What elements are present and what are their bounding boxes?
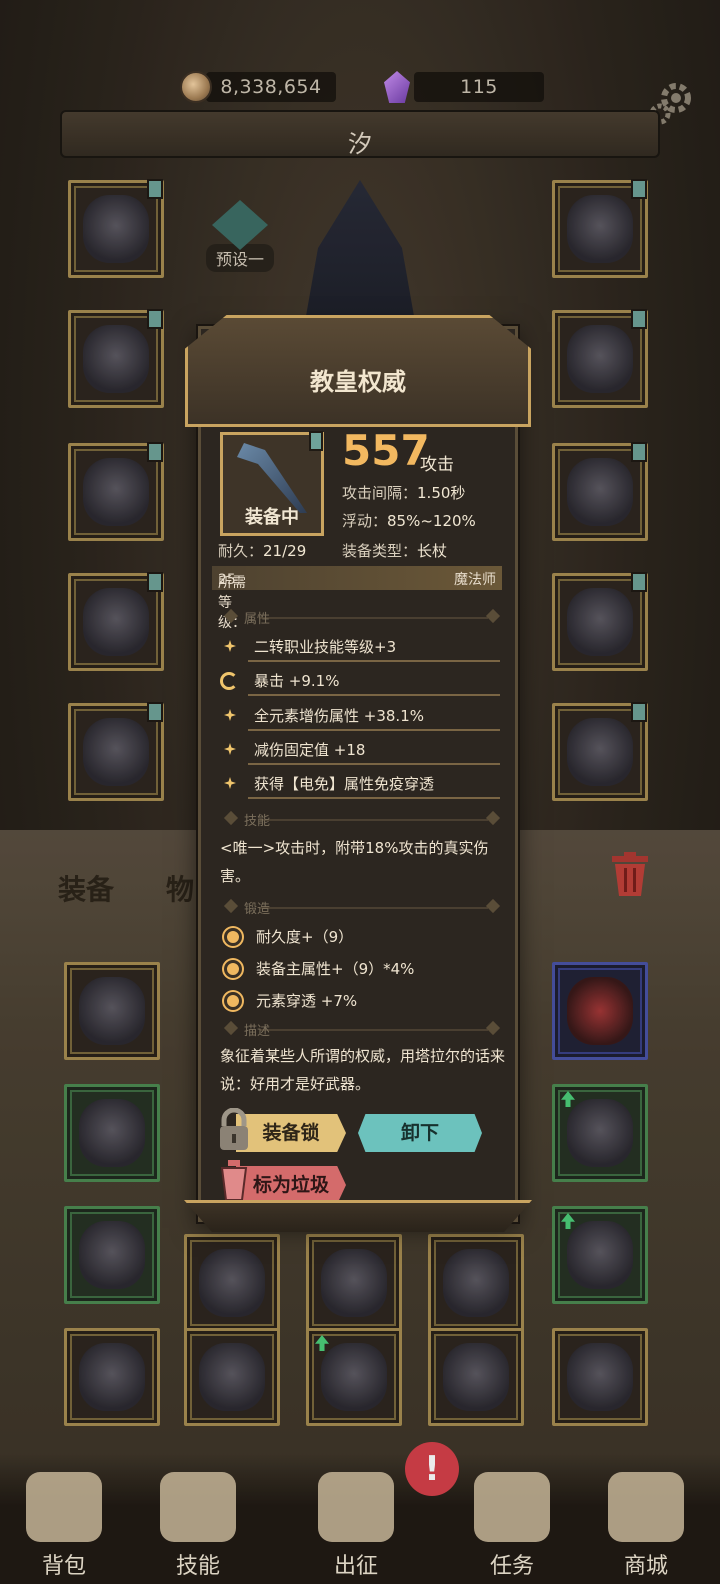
attribute-line: 全元素增伤属性 +38.1% <box>220 705 500 735</box>
star-icon <box>224 709 236 721</box>
lantern-icon <box>220 1160 248 1205</box>
lock-equipment-button[interactable]: 装备锁 <box>236 1114 346 1152</box>
lock-icon <box>220 1108 248 1150</box>
item-name: 教皇权威 <box>310 368 406 396</box>
durability-stat: 耐久：21/29 <box>218 542 307 560</box>
forge-line: 元素穿透 +7% <box>220 990 500 1020</box>
forge-line: 装备主属性+（9）*4% <box>220 958 500 988</box>
attribute-line: 暴击 +9.1% <box>220 670 500 700</box>
card-bottom-frame <box>184 1200 532 1232</box>
star-icon <box>224 640 236 652</box>
required-class: 魔法师 <box>454 572 496 588</box>
attribute-line: 获得【电免】属性免疫穿透 <box>220 773 500 803</box>
forge-line: 耐久度+（9） <box>220 926 500 956</box>
skill-description: <唯一>攻击时，附带18%攻击的真实伤害。 <box>220 839 489 885</box>
variance-stat: 浮动：85%~120% <box>342 512 476 530</box>
item-tag <box>309 431 323 451</box>
coin-icon <box>180 71 212 103</box>
attack-interval-stat: 攻击间隔：1.50秒 <box>342 484 466 502</box>
forge-dot-icon <box>224 992 242 1010</box>
section-skill: 技能 <box>216 810 501 829</box>
item-description: 象征着某些人所谓的权威，用塔拉尔的话来说：好用才是好武器。 <box>220 1047 506 1093</box>
attribute-line: 减伤固定值 +18 <box>220 739 500 769</box>
card-title-frame: 教皇权威 <box>185 315 531 427</box>
section-description: 描述 <box>216 1020 501 1039</box>
crit-icon <box>220 672 238 690</box>
forge-dot-icon <box>224 928 242 946</box>
star-icon <box>224 777 236 789</box>
attribute-line: 二转职业技能等级+3 <box>220 636 500 666</box>
star-icon <box>224 743 236 755</box>
equipment-type-stat: 装备类型：长杖 <box>342 542 448 560</box>
section-attributes: 属性 <box>216 608 501 627</box>
mark-trash-button[interactable]: 标为垃圾 <box>236 1166 346 1204</box>
section-forge: 锻造 <box>216 898 501 917</box>
unequip-button[interactable]: 卸下 <box>358 1114 482 1152</box>
item-thumbnail: 装备中 <box>220 431 324 536</box>
requirement-bar: 所需等级： 25 魔法师 <box>212 566 502 631</box>
forge-dot-icon <box>224 960 242 978</box>
attack-unit: 攻击 <box>420 455 454 475</box>
equipped-status: 装备中 <box>245 507 299 528</box>
attack-value: 557 <box>342 426 430 475</box>
